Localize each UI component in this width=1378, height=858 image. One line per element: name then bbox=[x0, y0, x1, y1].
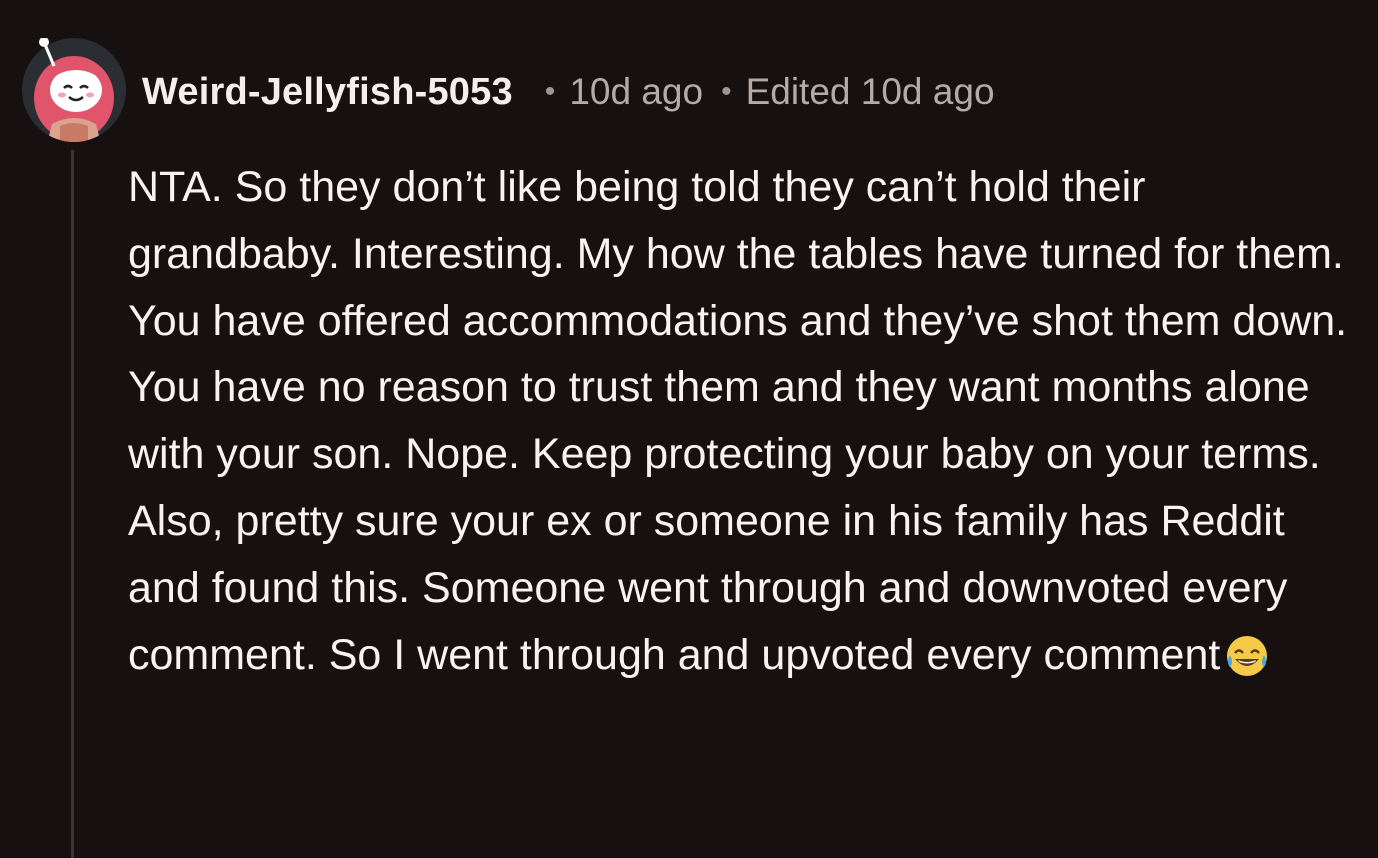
posted-time: 10d ago bbox=[569, 71, 704, 112]
edited-time: Edited 10d ago bbox=[745, 71, 995, 112]
comment-text: NTA. So they don’t like being told they … bbox=[128, 163, 1348, 679]
snoo-avatar-icon bbox=[22, 38, 126, 142]
face-with-tears-of-joy-icon bbox=[1224, 632, 1270, 699]
username-link[interactable]: Weird-Jellyfish-5053 bbox=[142, 71, 513, 114]
separator-dot: • bbox=[721, 75, 732, 108]
comment-meta: Weird-Jellyfish-5053 • 10d ago • Edited … bbox=[142, 66, 995, 118]
comment-body: NTA. So they don’t like being told they … bbox=[128, 154, 1358, 698]
thread-line[interactable] bbox=[71, 150, 74, 858]
separator-dot: • bbox=[544, 75, 556, 108]
avatar[interactable] bbox=[22, 38, 126, 142]
